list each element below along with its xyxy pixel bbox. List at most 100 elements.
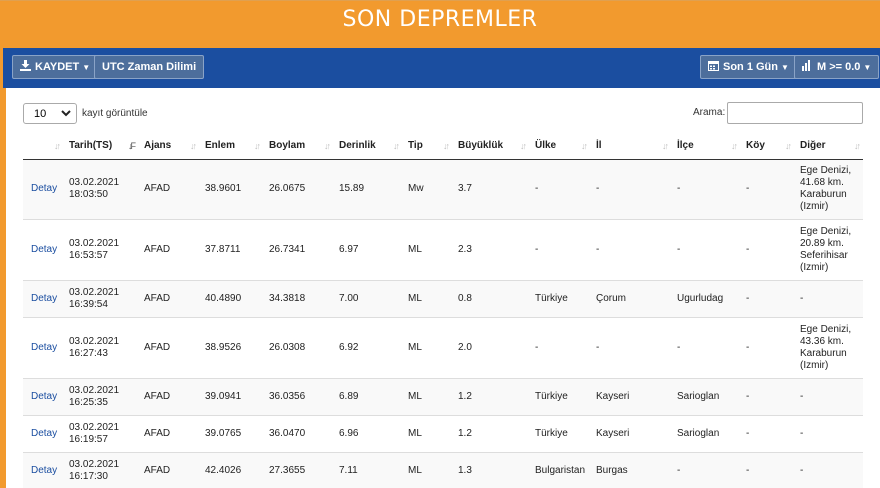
cell-date: 03.02.2021 16:19:57 xyxy=(63,414,138,452)
sort-icon: ↓↑ xyxy=(785,141,792,151)
cell-type: ML xyxy=(402,218,452,280)
sort-icon: ↓↑ xyxy=(254,141,261,151)
cell-province: - xyxy=(590,316,671,378)
detail-link[interactable]: Detay xyxy=(23,316,63,378)
cell-agency: AFAD xyxy=(138,218,199,280)
column-header[interactable]: Tarih(TS) ↓F xyxy=(63,132,138,160)
column-header[interactable]: Ülke ↓↑ xyxy=(529,132,590,160)
cell-district: - xyxy=(671,316,740,378)
sort-icon: ↓↑ xyxy=(854,141,861,151)
column-header[interactable]: Ajans ↓↑ xyxy=(138,132,199,160)
column-header[interactable]: İlçe ↓↑ xyxy=(671,132,740,160)
table-row: Detay 03.02.2021 16:19:57 AFAD 39.0765 36.047… xyxy=(23,414,863,452)
cell-magnitude: 1.2 xyxy=(452,414,529,452)
cell-type: Mw xyxy=(402,158,452,219)
page-length-label: kayıt görüntüle xyxy=(82,108,148,119)
cell-latitude: 40.4890 xyxy=(199,279,263,317)
column-header[interactable]: Köy ↓↑ xyxy=(740,132,794,160)
sort-desc-icon: ↓F xyxy=(128,141,136,151)
cell-latitude: 38.9601 xyxy=(199,158,263,219)
column-header[interactable]: Boylam ↓↑ xyxy=(263,132,333,160)
cell-magnitude: 2.3 xyxy=(452,218,529,280)
cell-district: - xyxy=(671,218,740,280)
chevron-down-icon: ▼ xyxy=(82,62,91,72)
column-header[interactable]: Büyüklük ↓↑ xyxy=(452,132,529,160)
cell-longitude: 36.0470 xyxy=(263,414,333,452)
column-header[interactable]: Enlem ↓↑ xyxy=(199,132,263,160)
table-row: Detay 03.02.2021 16:39:54 AFAD 40.4890 34.381… xyxy=(23,279,863,317)
cell-village: - xyxy=(740,279,794,317)
column-header[interactable]: ↓↑ xyxy=(23,132,63,160)
search-label: Arama: xyxy=(693,107,726,118)
magnitude-dropdown[interactable]: M >= 0.0 ▼ xyxy=(794,55,880,79)
cell-longitude: 27.3655 xyxy=(263,451,333,488)
cell-country: Türkiye xyxy=(529,414,590,452)
column-header[interactable]: Tip ↓↑ xyxy=(402,132,452,160)
cell-latitude: 37.8711 xyxy=(199,218,263,280)
cell-depth: 7.11 xyxy=(333,451,402,488)
column-header[interactable]: İl ↓↑ xyxy=(590,132,671,160)
period-dropdown[interactable]: Son 1 Gün ▼ xyxy=(700,55,797,79)
cell-depth: 6.89 xyxy=(333,377,402,415)
cell-district: Sarioglan xyxy=(671,414,740,452)
column-header[interactable]: Derinlik ↓↑ xyxy=(333,132,402,160)
search-input[interactable] xyxy=(727,102,863,124)
sort-icon: ↓↑ xyxy=(54,141,61,151)
period-dropdown-label: Son 1 Gün xyxy=(723,61,778,73)
cell-village: - xyxy=(740,218,794,280)
cell-depth: 6.92 xyxy=(333,316,402,378)
content-panel: 10 kayıt görüntüle Arama: ↓↑ Tarih(TS) ↓F… xyxy=(6,88,880,488)
detail-link[interactable]: Detay xyxy=(23,218,63,280)
cell-province: - xyxy=(590,158,671,219)
sort-icon: ↓↑ xyxy=(324,141,331,151)
sort-icon: ↓↑ xyxy=(190,141,197,151)
cell-village: - xyxy=(740,316,794,378)
cell-other: Ege Denizi, 41.68 km. Karaburun (Izmir) xyxy=(794,158,863,219)
page-length-select[interactable]: 10 xyxy=(23,103,77,124)
cell-date: 03.02.2021 16:53:57 xyxy=(63,218,138,280)
save-button[interactable]: KAYDET ▼ xyxy=(12,55,99,79)
cell-date: 03.02.2021 16:39:54 xyxy=(63,279,138,317)
cell-province: Burgas xyxy=(590,451,671,488)
timezone-button[interactable]: UTC Zaman Dilimi xyxy=(94,55,205,79)
cell-country: - xyxy=(529,316,590,378)
cell-country: Türkiye xyxy=(529,377,590,415)
detail-link[interactable]: Detay xyxy=(23,451,63,488)
timezone-button-label: UTC Zaman Dilimi xyxy=(102,61,197,73)
cell-magnitude: 0.8 xyxy=(452,279,529,317)
detail-link[interactable]: Detay xyxy=(23,414,63,452)
cell-latitude: 38.9526 xyxy=(199,316,263,378)
calendar-icon xyxy=(708,60,719,74)
cell-district: Ugurludag xyxy=(671,279,740,317)
sort-icon: ↓↑ xyxy=(520,141,527,151)
cell-village: - xyxy=(740,414,794,452)
sort-icon: ↓↑ xyxy=(581,141,588,151)
sort-icon: ↓↑ xyxy=(443,141,450,151)
table-row: Detay 03.02.2021 18:03:50 AFAD 38.9601 26.067… xyxy=(23,158,863,219)
detail-link[interactable]: Detay xyxy=(23,158,63,219)
cell-province: Kayseri xyxy=(590,414,671,452)
save-button-label: KAYDET xyxy=(35,61,80,73)
cell-province: Çorum xyxy=(590,279,671,317)
detail-link[interactable]: Detay xyxy=(23,377,63,415)
cell-district: - xyxy=(671,158,740,219)
cell-magnitude: 3.7 xyxy=(452,158,529,219)
cell-village: - xyxy=(740,158,794,219)
cell-village: - xyxy=(740,451,794,488)
cell-country: - xyxy=(529,218,590,280)
cell-longitude: 36.0356 xyxy=(263,377,333,415)
detail-link[interactable]: Detay xyxy=(23,279,63,317)
cell-depth: 15.89 xyxy=(333,158,402,219)
sort-icon: ↓↑ xyxy=(393,141,400,151)
cell-village: - xyxy=(740,377,794,415)
cell-agency: AFAD xyxy=(138,377,199,415)
cell-agency: AFAD xyxy=(138,316,199,378)
table-row: Detay 03.02.2021 16:17:30 AFAD 42.4026 27.365… xyxy=(23,451,863,488)
cell-district: - xyxy=(671,451,740,488)
chevron-down-icon xyxy=(61,108,71,120)
cell-longitude: 26.0308 xyxy=(263,316,333,378)
cell-other: Ege Denizi, 43.36 km. Karaburun (Izmir) xyxy=(794,316,863,378)
sort-icon: ↓↑ xyxy=(731,141,738,151)
column-header[interactable]: Diğer ↓↑ xyxy=(794,132,863,160)
download-icon xyxy=(20,60,31,74)
